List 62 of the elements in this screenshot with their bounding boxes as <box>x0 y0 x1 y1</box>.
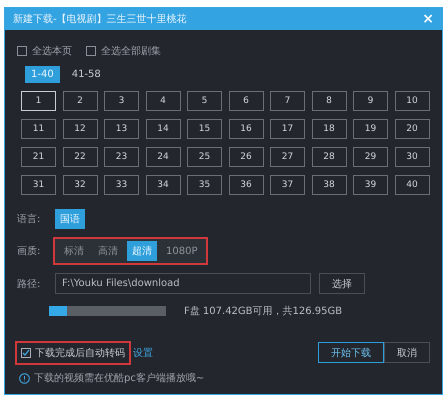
episode-button[interactable]: 27 <box>270 147 305 167</box>
language-label: 语言: <box>17 212 42 226</box>
episode-button[interactable]: 39 <box>353 175 388 195</box>
episode-button[interactable]: 24 <box>146 147 180 167</box>
episode-button[interactable]: 40 <box>394 175 430 195</box>
episode-button[interactable]: 28 <box>312 147 346 167</box>
quality-label: 画质: <box>17 244 42 258</box>
info-icon <box>19 372 30 384</box>
episode-button[interactable]: 1 <box>21 91 56 111</box>
episode-button[interactable]: 8 <box>312 91 346 111</box>
episode-button[interactable]: 25 <box>187 147 222 167</box>
checkbox[interactable] <box>17 46 27 56</box>
episode-button[interactable]: 10 <box>394 91 430 111</box>
quality-option[interactable]: 高清 <box>93 241 123 261</box>
episode-button[interactable]: 5 <box>187 91 222 111</box>
episode-button[interactable]: 29 <box>353 147 388 167</box>
settings-link[interactable]: 设置 <box>133 346 153 360</box>
episode-button[interactable]: 2 <box>62 91 98 111</box>
notice-text: 下载的视频需在优酷pc客户端播放哦~ <box>34 372 204 385</box>
episode-button[interactable]: 17 <box>270 119 305 139</box>
path-field[interactable]: F:\Youku Files\download <box>55 273 311 294</box>
path-label: 路径: <box>17 278 42 290</box>
episode-button[interactable]: 14 <box>146 119 180 139</box>
episode-button[interactable]: 21 <box>21 147 56 167</box>
episode-button[interactable]: 15 <box>187 119 222 139</box>
checkbox[interactable] <box>21 348 31 358</box>
episode-button[interactable]: 3 <box>104 91 139 111</box>
episode-button[interactable]: 23 <box>104 147 139 167</box>
episode-button[interactable]: 33 <box>104 175 139 195</box>
episode-button[interactable]: 4 <box>146 91 180 111</box>
episode-button[interactable]: 11 <box>21 119 56 139</box>
cancel-button[interactable]: 取消 <box>384 342 430 363</box>
checkbox-label: 下载完成后自动转码 <box>35 346 125 360</box>
episode-button[interactable]: 22 <box>62 147 98 167</box>
checkbox-label: 全选全部剧集 <box>101 44 161 58</box>
episode-button[interactable]: 7 <box>270 91 305 111</box>
episode-button[interactable]: 37 <box>270 175 305 195</box>
episode-button[interactable]: 34 <box>146 175 180 195</box>
episode-button[interactable]: 30 <box>394 147 430 167</box>
window-title: 新建下载-【电视剧】三生三世十里桃花 <box>13 12 187 26</box>
checkbox-label: 全选本页 <box>32 44 72 58</box>
episode-button[interactable]: 36 <box>228 175 264 195</box>
episode-button[interactable]: 19 <box>353 119 388 139</box>
episode-button[interactable]: 38 <box>312 175 346 195</box>
episode-button[interactable]: 13 <box>104 119 139 139</box>
episode-button[interactable]: 6 <box>228 91 264 111</box>
episode-button[interactable]: 32 <box>62 175 98 195</box>
start-download-button[interactable]: 开始下载 <box>318 342 384 363</box>
episode-button[interactable]: 18 <box>312 119 346 139</box>
episode-button[interactable]: 20 <box>394 119 430 139</box>
quality-option[interactable]: 1080P <box>161 242 202 260</box>
choose-button[interactable]: 选择 <box>319 273 365 294</box>
checkbox[interactable] <box>86 46 96 56</box>
page-tab[interactable]: 41-58 <box>66 66 107 83</box>
episode-button[interactable]: 26 <box>228 147 264 167</box>
episode-button[interactable]: 35 <box>187 175 222 195</box>
disk-space-text: F盘 107.42GB可用，共126.95GB <box>184 304 342 318</box>
episode-button[interactable]: 16 <box>228 119 264 139</box>
quality-option[interactable]: 标清 <box>59 241 89 261</box>
episode-button[interactable]: 12 <box>62 119 98 139</box>
episode-button[interactable]: 31 <box>21 175 56 195</box>
episode-button[interactable]: 9 <box>353 91 388 111</box>
